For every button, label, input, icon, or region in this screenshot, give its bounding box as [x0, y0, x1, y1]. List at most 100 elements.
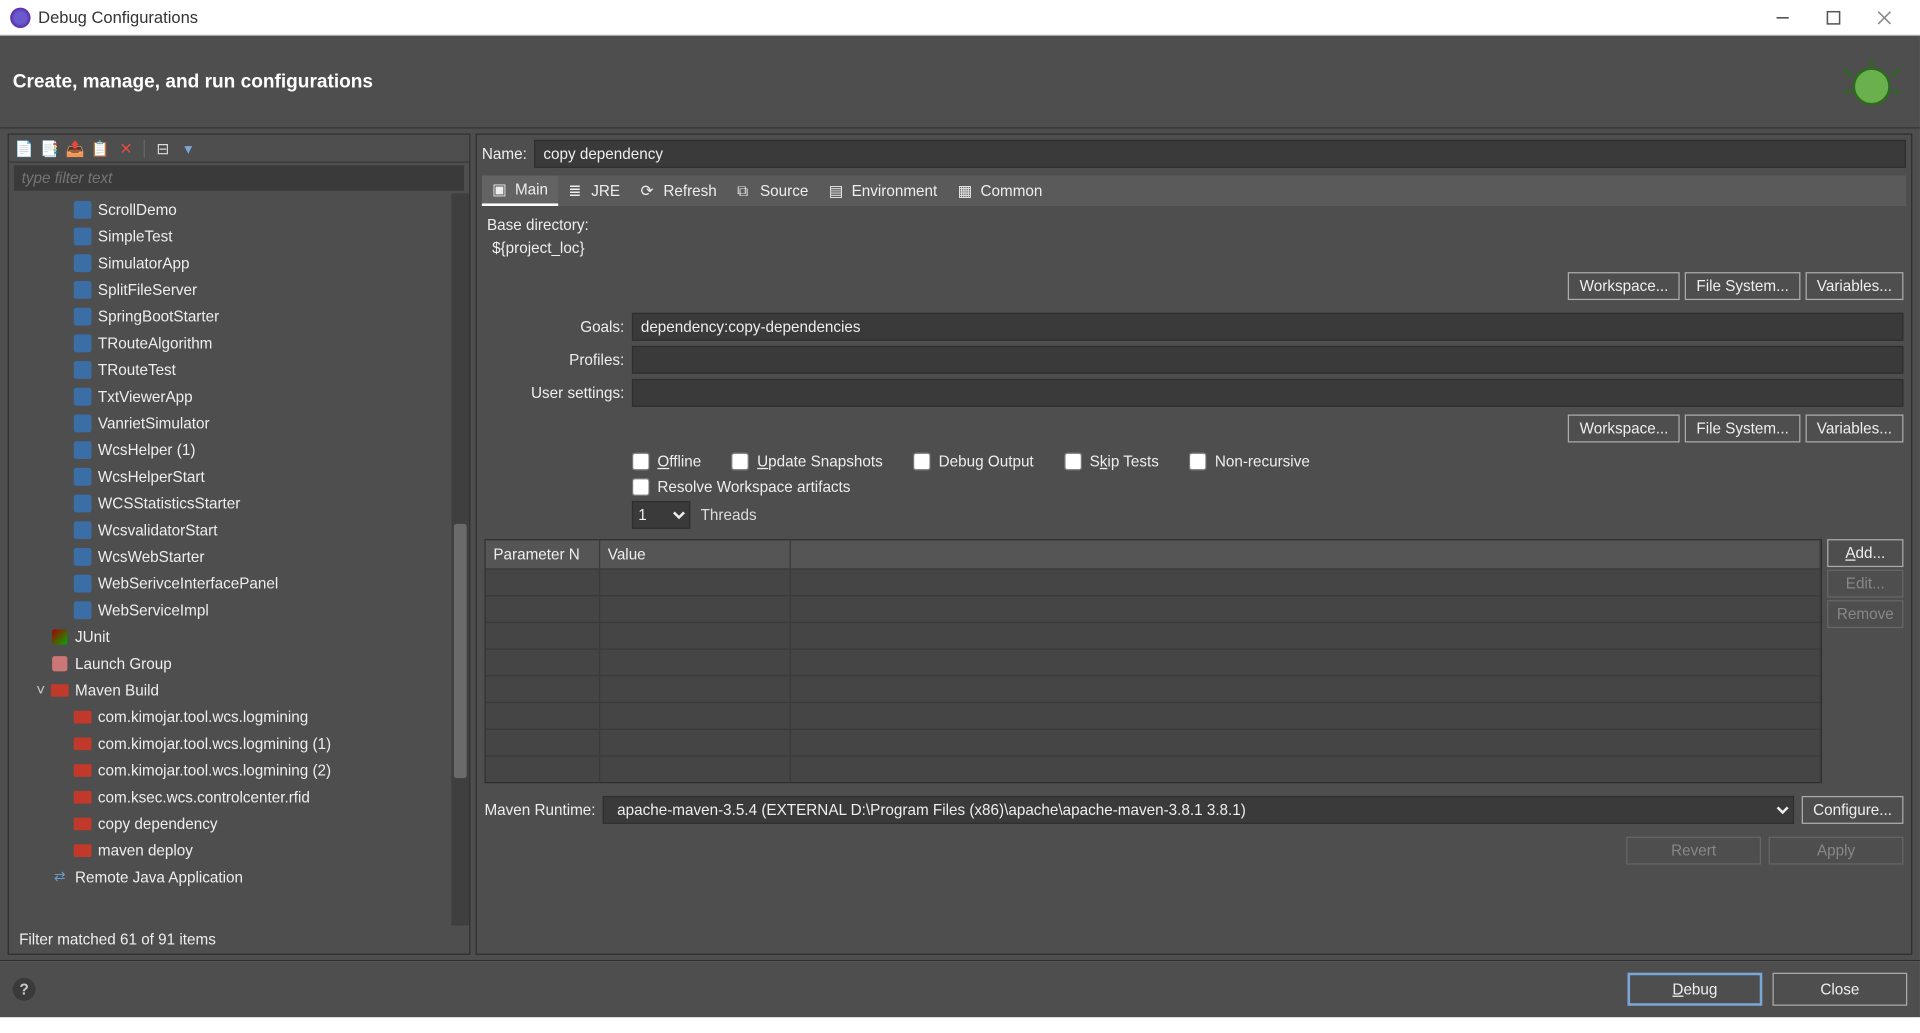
offline-check[interactable]: OOfflineffline — [632, 453, 701, 471]
tree-item[interactable]: SpringBootStarter — [9, 303, 451, 330]
new-config-icon[interactable]: 📄 — [14, 138, 34, 158]
table-row[interactable] — [486, 622, 1821, 649]
threads-select[interactable]: 1 — [632, 501, 690, 529]
tree-item[interactable]: copy dependency — [9, 810, 451, 837]
minimize-button[interactable] — [1757, 2, 1808, 33]
table-row[interactable] — [486, 595, 1821, 622]
update-snapshots-check[interactable]: Update Snapshots — [732, 453, 883, 471]
scrollbar-thumb[interactable] — [454, 524, 467, 778]
runtime-select[interactable]: apache-maven-3.5.4 (EXTERNAL D:\Program … — [603, 796, 1794, 824]
goals-input[interactable] — [632, 313, 1904, 341]
table-row[interactable] — [486, 702, 1821, 729]
usersettings-variables-button[interactable]: Variables... — [1805, 415, 1903, 443]
m2-icon — [72, 786, 92, 806]
tree-item[interactable]: WCSStatisticsStarter — [9, 490, 451, 517]
tree-item[interactable]: WcsHelperStart — [9, 463, 451, 490]
param-edit-button: Edit... — [1827, 570, 1903, 598]
tree-item-label: copy dependency — [98, 814, 218, 832]
duplicate-icon[interactable]: 📋 — [90, 138, 110, 158]
table-row[interactable] — [486, 675, 1821, 702]
filter-icon[interactable]: ▾ — [178, 138, 198, 158]
table-row[interactable] — [486, 729, 1821, 756]
tree-item[interactable]: WebServiceImpl — [9, 596, 451, 623]
tree-item[interactable]: TxtViewerApp — [9, 383, 451, 410]
configs-tree[interactable]: ScrollDemoSimpleTest SimulatorApp SplitFil… — [9, 193, 451, 925]
tree-item-label: WebSerivceInterfacePanel — [98, 574, 278, 592]
tree-item[interactable]: VanrietSimulator — [9, 409, 451, 436]
tree-item[interactable]: WcsHelper (1) — [9, 436, 451, 463]
tree-item[interactable]: ˅Maven Build — [9, 676, 451, 703]
tab-refresh[interactable]: ⟳Refresh — [630, 175, 727, 206]
tree-item[interactable]: TRouteTest — [9, 356, 451, 383]
export-icon[interactable]: 📤 — [65, 138, 85, 158]
tree-item[interactable]: maven deploy — [9, 837, 451, 864]
tab-environment[interactable]: ▤Environment — [819, 175, 948, 206]
j2-icon — [72, 226, 92, 246]
tab-common[interactable]: ▦Common — [947, 175, 1052, 206]
table-row[interactable] — [486, 648, 1821, 675]
param-add-button[interactable]: Add... — [1827, 539, 1903, 567]
tree-item[interactable]: JUnit — [9, 623, 451, 650]
tree-item[interactable]: com.kimojar.tool.wcs.logmining (1) — [9, 730, 451, 757]
tree-item[interactable]: WcsWebStarter — [9, 543, 451, 570]
name-label: Name: — [482, 145, 527, 163]
profiles-input[interactable] — [632, 346, 1904, 374]
tree-item[interactable]: SimulatorApp — [9, 249, 451, 276]
maximize-button[interactable] — [1808, 2, 1859, 33]
collapse-all-icon[interactable]: ⊟ — [153, 138, 173, 158]
filter-count: Filter matched 61 of 91 items — [9, 926, 469, 954]
usersettings-input[interactable] — [632, 379, 1904, 407]
name-input[interactable] — [534, 140, 1906, 168]
right-panel: Name: ▣ Main ≣JRE ⟳Refresh ⧉Source ▤Envir… — [476, 134, 1913, 955]
parameters-table[interactable]: Parameter N Value — [484, 539, 1822, 783]
usersettings-workspace-button[interactable]: Workspace... — [1568, 415, 1680, 443]
tab-source[interactable]: ⧉Source — [727, 175, 819, 206]
usersettings-filesystem-button[interactable]: File System... — [1685, 415, 1800, 443]
usersettings-label: User settings: — [484, 384, 624, 402]
tree-item[interactable]: TRouteAlgorithm — [9, 329, 451, 356]
tree-item-label: Remote Java Application — [75, 868, 243, 886]
resolve-workspace-check[interactable]: Resolve Workspace artifacts — [632, 478, 1446, 496]
new-prototype-icon[interactable]: 📑 — [39, 138, 59, 158]
tab-jre[interactable]: ≣JRE — [558, 175, 630, 206]
debug-output-check[interactable]: Debug Output — [913, 453, 1033, 471]
tree-item[interactable]: WebSerivceInterfacePanel — [9, 570, 451, 597]
tree-item[interactable]: ScrollDemo — [9, 196, 451, 223]
tree-item-label: WcsvalidatorStart — [98, 521, 218, 539]
expander-icon[interactable]: ˅ — [32, 681, 50, 699]
goals-label: Goals: — [484, 318, 624, 336]
debug-button[interactable]: Debug — [1628, 973, 1763, 1006]
tree-item[interactable]: com.kimojar.tool.wcs.logmining (2) — [9, 757, 451, 784]
tree-item[interactable]: com.kimojar.tool.wcs.logmining — [9, 703, 451, 730]
tree-item-label: com.ksec.wcs.controlcenter.rfid — [98, 788, 310, 806]
close-button[interactable] — [1859, 2, 1910, 33]
tree-item[interactable]: SimpleTest — [9, 223, 451, 250]
help-icon[interactable]: ? — [13, 978, 36, 1001]
tree-item[interactable]: Launch Group — [9, 650, 451, 677]
tab-label: Main — [515, 181, 548, 199]
skip-tests-check[interactable]: Skip Tests — [1064, 453, 1159, 471]
j2-icon — [72, 519, 92, 539]
tree-item[interactable]: WcsvalidatorStart — [9, 516, 451, 543]
delete-icon[interactable]: ✕ — [116, 138, 136, 158]
tree-item-label: SimulatorApp — [98, 254, 190, 272]
tree-item-label: com.kimojar.tool.wcs.logmining (1) — [98, 734, 331, 752]
table-row[interactable] — [486, 755, 1821, 782]
close-button-footer[interactable]: Close — [1772, 973, 1907, 1006]
tree-item[interactable]: com.ksec.wcs.controlcenter.rfid — [9, 783, 451, 810]
left-panel: 📄 📑 📤 📋 ✕ ⊟ ▾ ScrollDemoSimpleTest Simula… — [8, 134, 471, 955]
configure-button[interactable]: Configure... — [1802, 796, 1904, 824]
j2-icon — [72, 546, 92, 566]
basedir-variables-button[interactable]: Variables... — [1805, 272, 1903, 300]
non-recursive-check[interactable]: Non-recursive — [1189, 453, 1309, 471]
tree-item-label: TRouteTest — [98, 360, 176, 378]
tree-scrollbar[interactable] — [451, 193, 469, 925]
filter-input[interactable] — [14, 165, 464, 190]
basedir-workspace-button[interactable]: Workspace... — [1568, 272, 1680, 300]
basedir-filesystem-button[interactable]: File System... — [1685, 272, 1800, 300]
main-tab-icon: ▣ — [492, 181, 510, 199]
tree-item[interactable]: ⇄Remote Java Application — [9, 863, 451, 890]
tab-main[interactable]: ▣ Main — [482, 175, 558, 206]
table-row[interactable] — [486, 568, 1821, 595]
tree-item[interactable]: SplitFileServer — [9, 276, 451, 303]
